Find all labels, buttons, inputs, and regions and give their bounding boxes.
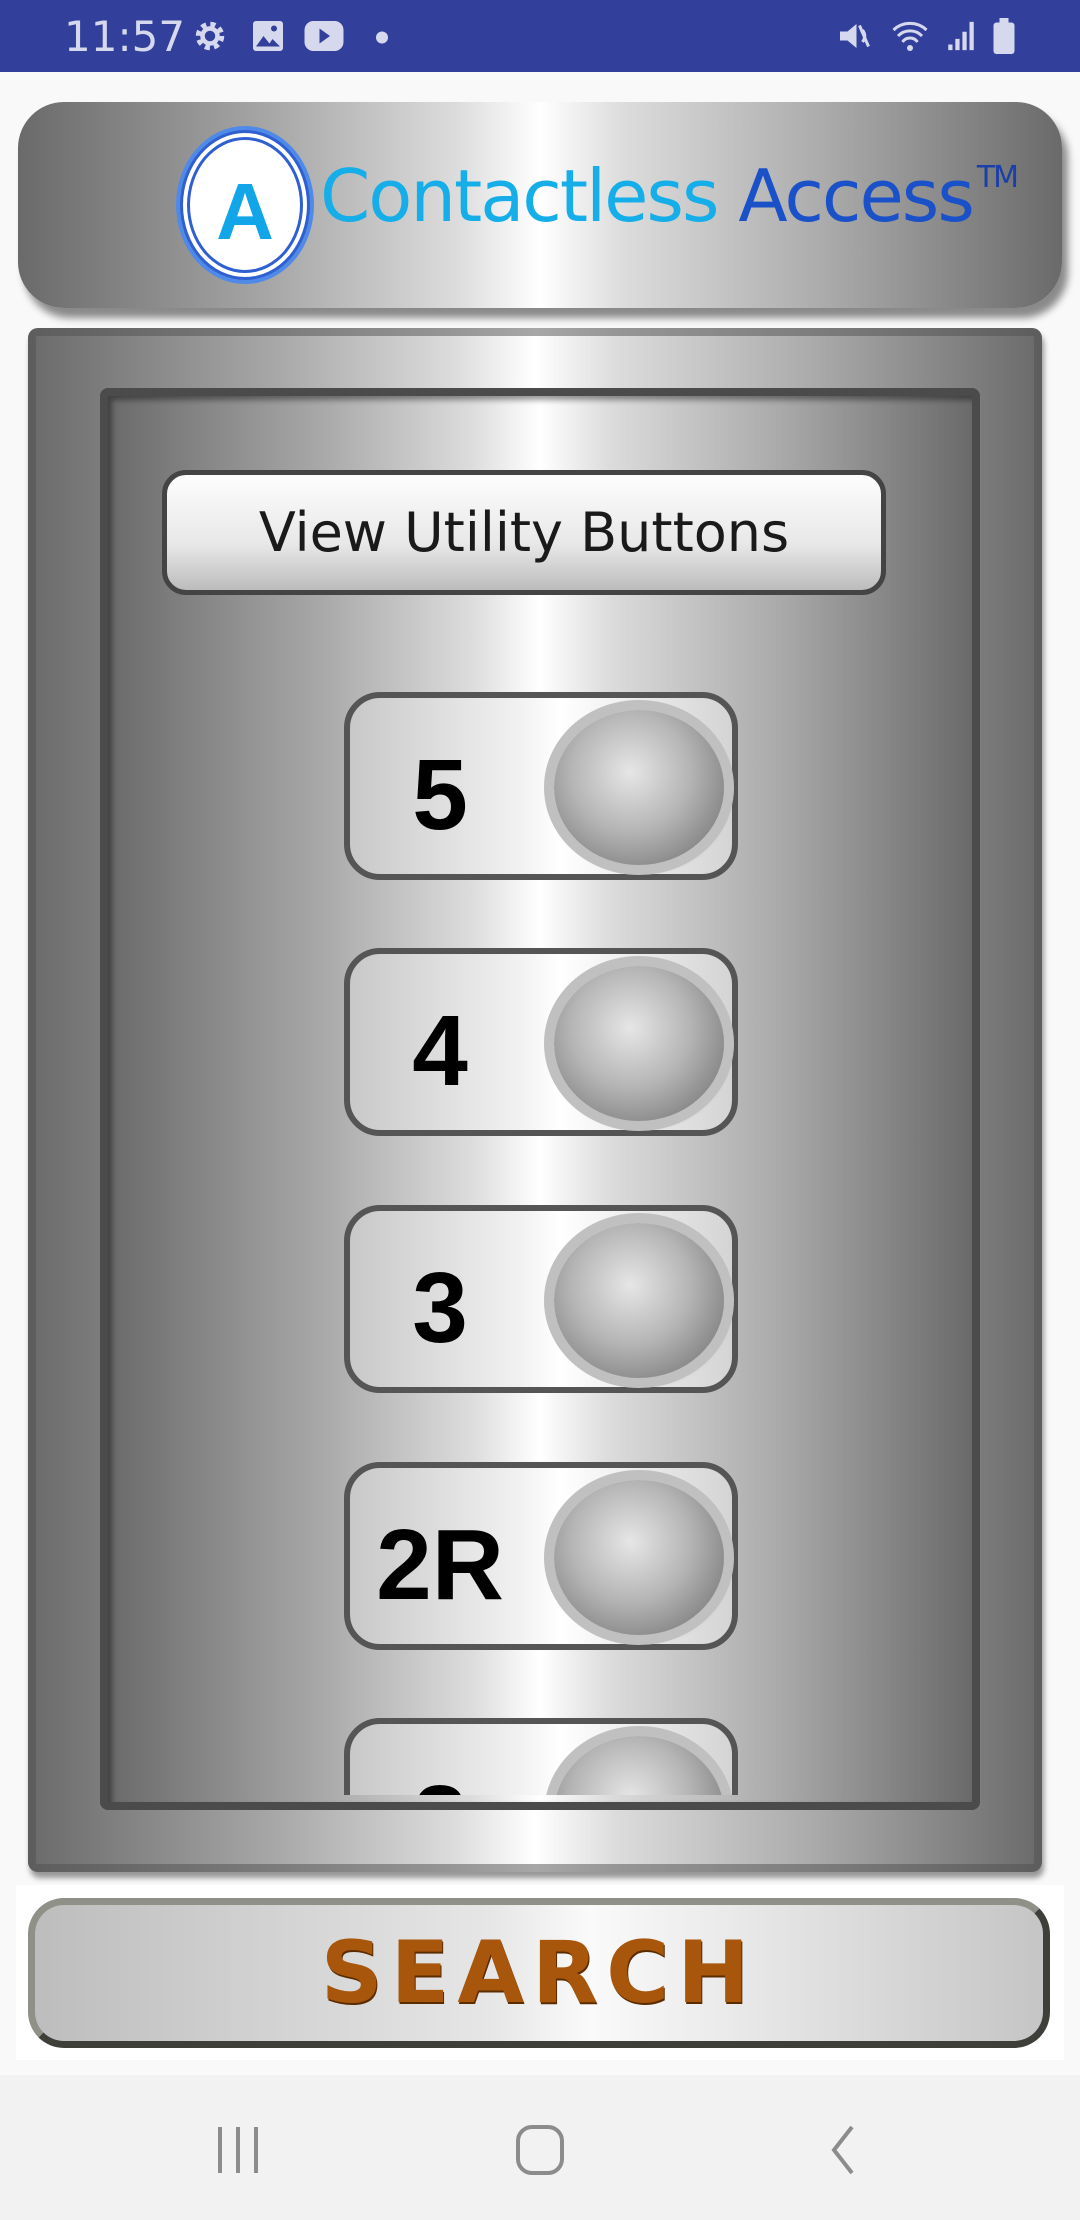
- push-button-knob-icon: [554, 966, 724, 1121]
- youtube-icon: [304, 21, 344, 51]
- floor-label: 2: [360, 1764, 520, 1795]
- push-button-knob-icon: [554, 710, 724, 865]
- status-time: 11:57: [64, 12, 186, 61]
- floor-label: 3: [412, 1252, 468, 1364]
- floor-button-2r[interactable]: 2R: [344, 1462, 738, 1650]
- header-banner: A Contactless Access TM: [18, 102, 1062, 308]
- navigation-bar: [0, 2075, 1080, 2220]
- logo-letter: A: [216, 167, 274, 256]
- floor-button-5[interactable]: 5: [344, 692, 738, 880]
- recent-apps-icon[interactable]: [208, 2125, 268, 2175]
- search-area: SEARCH: [16, 1885, 1064, 2060]
- brand-word-contactless: Contactless: [320, 154, 719, 238]
- floor-label: 2R: [376, 1509, 504, 1621]
- wifi-icon: [892, 22, 928, 51]
- floor-button-list[interactable]: 5 4 3 2R 2: [100, 600, 980, 1795]
- floor-button-2[interactable]: 2: [344, 1718, 738, 1795]
- brand-logo-icon: A: [180, 130, 310, 280]
- floor-button-3[interactable]: 3: [344, 1205, 738, 1393]
- back-icon[interactable]: [812, 2125, 872, 2175]
- settings-icon: [195, 21, 225, 51]
- gallery-icon: [253, 21, 283, 51]
- home-icon[interactable]: [510, 2125, 570, 2175]
- signal-icon: [948, 21, 974, 51]
- push-button-knob-icon: [554, 1736, 724, 1795]
- brand-word-access: Access: [738, 154, 974, 238]
- status-bar: 11:57: [0, 0, 1080, 72]
- push-button-knob-icon: [554, 1223, 724, 1378]
- trademark: TM: [976, 160, 1019, 195]
- brand-name: Contactless Access TM: [320, 154, 1019, 238]
- push-button-knob-icon: [554, 1480, 724, 1635]
- floor-button-4[interactable]: 4: [344, 948, 738, 1136]
- battery-icon: [993, 18, 1015, 54]
- dot-icon: [376, 31, 388, 44]
- view-utility-buttons-button[interactable]: View Utility Buttons: [162, 470, 886, 595]
- search-button[interactable]: SEARCH: [28, 1898, 1050, 2048]
- floor-label: 4: [412, 995, 468, 1107]
- mute-icon: [840, 24, 870, 48]
- floor-label: 5: [412, 739, 468, 851]
